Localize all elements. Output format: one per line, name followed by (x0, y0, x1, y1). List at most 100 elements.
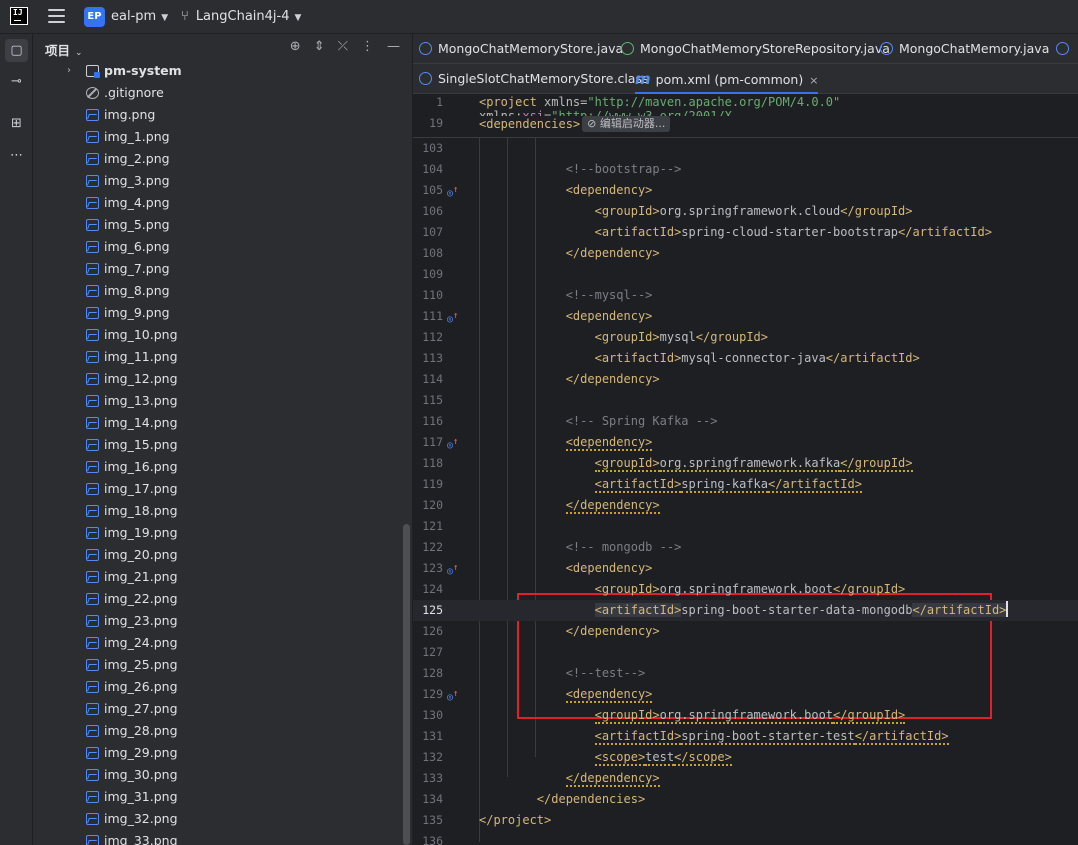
code-line[interactable]: 133 </dependency> (413, 768, 1078, 789)
code-line[interactable]: 111 ◎↑ <dependency> (413, 306, 1078, 327)
tree-item[interactable]: img_10.png (33, 324, 403, 346)
expand-all-icon[interactable]: ⇕ (314, 39, 325, 54)
tree-item[interactable]: img_1.png (33, 126, 403, 148)
chevron-right-icon[interactable]: › (67, 60, 71, 82)
tree-item[interactable]: img_2.png (33, 148, 403, 170)
code-line[interactable]: 132 <scope>test</scope> (413, 747, 1078, 768)
tree-item[interactable]: img_32.png (33, 808, 403, 830)
code-line[interactable]: 126 </dependency> (413, 621, 1078, 642)
tree-item[interactable]: img_8.png (33, 280, 403, 302)
code-line[interactable]: 112 <groupId>mysql</groupId> (413, 327, 1078, 348)
code-line[interactable]: 115 (413, 390, 1078, 411)
code-line[interactable]: 118 <groupId>org.springframework.kafka</… (413, 453, 1078, 474)
tree-item[interactable]: .gitignore (33, 82, 403, 104)
code-line[interactable]: 108 </dependency> (413, 243, 1078, 264)
code-line[interactable]: 131 <artifactId>spring-boot-starter-test… (413, 726, 1078, 747)
tree-item[interactable]: img_28.png (33, 720, 403, 742)
tree-item[interactable]: img_24.png (33, 632, 403, 654)
main-menu-icon[interactable] (48, 9, 65, 23)
editor-tab[interactable]: m pom.xml (pm-common) × (635, 64, 819, 94)
tree-item[interactable]: img_33.png (33, 830, 403, 845)
tree-item[interactable]: img_29.png (33, 742, 403, 764)
collapse-all-icon[interactable]: ⤫ (338, 39, 348, 54)
tree-item[interactable]: img_11.png (33, 346, 403, 368)
intellij-logo-icon[interactable]: IJ (10, 7, 28, 25)
sticky-line-project[interactable]: 1 <project xmlns="http://maven.apache.or… (413, 95, 1078, 123)
branch-selector[interactable]: ⑂ LangChain4j-4 ▼ (181, 9, 301, 24)
code-line[interactable]: 130 <groupId>org.springframework.boot</g… (413, 705, 1078, 726)
tree-item[interactable]: img_13.png (33, 390, 403, 412)
code-editor[interactable]: 1 <project xmlns="http://maven.apache.or… (413, 95, 1078, 845)
tree-item[interactable]: img_30.png (33, 764, 403, 786)
locate-icon[interactable]: ⊕ (290, 39, 301, 54)
tree-item[interactable]: img_27.png (33, 698, 403, 720)
more-tools-icon[interactable]: ⋯ (5, 144, 28, 167)
close-tab-icon[interactable]: × (809, 74, 818, 87)
tree-item[interactable]: img_20.png (33, 544, 403, 566)
code-line[interactable]: 104 <!--bootstrap--> (413, 159, 1078, 180)
tree-item[interactable]: img_4.png (33, 192, 403, 214)
editor-tab[interactable]: MongoChatMemoryStoreRepository.java (621, 34, 890, 64)
code-line[interactable]: 116 <!-- Spring Kafka --> (413, 411, 1078, 432)
tree-item[interactable]: img_31.png (33, 786, 403, 808)
code-line[interactable]: 127 (413, 642, 1078, 663)
code-line[interactable]: 124 <groupId>org.springframework.boot</g… (413, 579, 1078, 600)
code-line[interactable]: 120 </dependency> (413, 495, 1078, 516)
tree-item[interactable]: img_15.png (33, 434, 403, 456)
tree-item[interactable]: img_22.png (33, 588, 403, 610)
tree-item[interactable]: img_16.png (33, 456, 403, 478)
tree-item[interactable]: img_6.png (33, 236, 403, 258)
tree-item[interactable]: img_17.png (33, 478, 403, 500)
sticky-line-dependencies[interactable]: 19 <dependencies> ⊘ 编辑启动器... (413, 116, 1078, 137)
tree-item[interactable]: img_25.png (33, 654, 403, 676)
code-line[interactable]: 122 <!-- mongodb --> (413, 537, 1078, 558)
project-badge[interactable]: EP (84, 7, 105, 27)
code-line[interactable]: 135 </project> (413, 810, 1078, 831)
tree-item[interactable]: img_5.png (33, 214, 403, 236)
code-line[interactable]: 125 <artifactId>spring-boot-starter-data… (413, 600, 1078, 621)
code-line[interactable]: 134 </dependencies> (413, 789, 1078, 810)
tree-item[interactable]: img_7.png (33, 258, 403, 280)
code-line[interactable]: 110 <!--mysql--> (413, 285, 1078, 306)
tree-item[interactable]: img_21.png (33, 566, 403, 588)
structure-icon[interactable]: ⊞ (5, 112, 28, 135)
code-line[interactable]: 113 <artifactId>mysql-connector-java</ar… (413, 348, 1078, 369)
commit-icon[interactable]: ⊸ (5, 70, 28, 93)
tree-item[interactable]: img_14.png (33, 412, 403, 434)
code-line[interactable]: 129 ◎↑ <dependency> (413, 684, 1078, 705)
edit-starters-hint[interactable]: ⊘ 编辑启动器... (582, 116, 671, 132)
code-line[interactable]: 119 <artifactId>spring-kafka</artifactId… (413, 474, 1078, 495)
editor-tab[interactable]: MongoChatMemory.java (880, 34, 1049, 64)
tree-item[interactable]: img_19.png (33, 522, 403, 544)
tree-item[interactable]: img_26.png (33, 676, 403, 698)
tree-item[interactable]: img_9.png (33, 302, 403, 324)
hide-panel-icon[interactable]: — (387, 39, 400, 54)
code-line[interactable]: 136 (413, 831, 1078, 845)
tree-item[interactable]: › pm-system (33, 60, 403, 82)
code-line[interactable]: 106 <groupId>org.springframework.cloud</… (413, 201, 1078, 222)
editor-tab[interactable]: SingleSlotChatMemoryStore.class (419, 64, 648, 94)
code-line[interactable]: 109 (413, 264, 1078, 285)
tree-item[interactable]: img_23.png (33, 610, 403, 632)
code-line[interactable]: 128 <!--test--> (413, 663, 1078, 684)
project-folder-icon[interactable]: ▢ (5, 39, 28, 62)
tree-scrollbar[interactable] (403, 524, 410, 845)
options-icon[interactable]: ⋮ (361, 39, 374, 54)
code-line[interactable]: 103 (413, 138, 1078, 159)
code-line[interactable]: 117 ◎↑ <dependency> (413, 432, 1078, 453)
code-line[interactable]: 105 ◎↑ <dependency> (413, 180, 1078, 201)
tree-item[interactable]: img_3.png (33, 170, 403, 192)
project-selector[interactable]: eal-pm ▼ (111, 9, 168, 24)
code-line[interactable]: 123 ◎↑ <dependency> (413, 558, 1078, 579)
code-line[interactable]: 107 <artifactId>spring-cloud-starter-boo… (413, 222, 1078, 243)
overflow-tab[interactable] (1056, 34, 1075, 64)
code-token: <!--test--> (565, 666, 646, 680)
code-line[interactable]: 121 (413, 516, 1078, 537)
code-line[interactable]: 114 </dependency> (413, 369, 1078, 390)
tree-item[interactable]: img.png (33, 104, 403, 126)
tree-item[interactable]: img_18.png (33, 500, 403, 522)
project-panel-title[interactable]: 项目 ⌄ (45, 40, 83, 59)
image-file-icon (86, 395, 99, 407)
editor-tab[interactable]: MongoChatMemoryStore.java (419, 34, 623, 64)
tree-item[interactable]: img_12.png (33, 368, 403, 390)
